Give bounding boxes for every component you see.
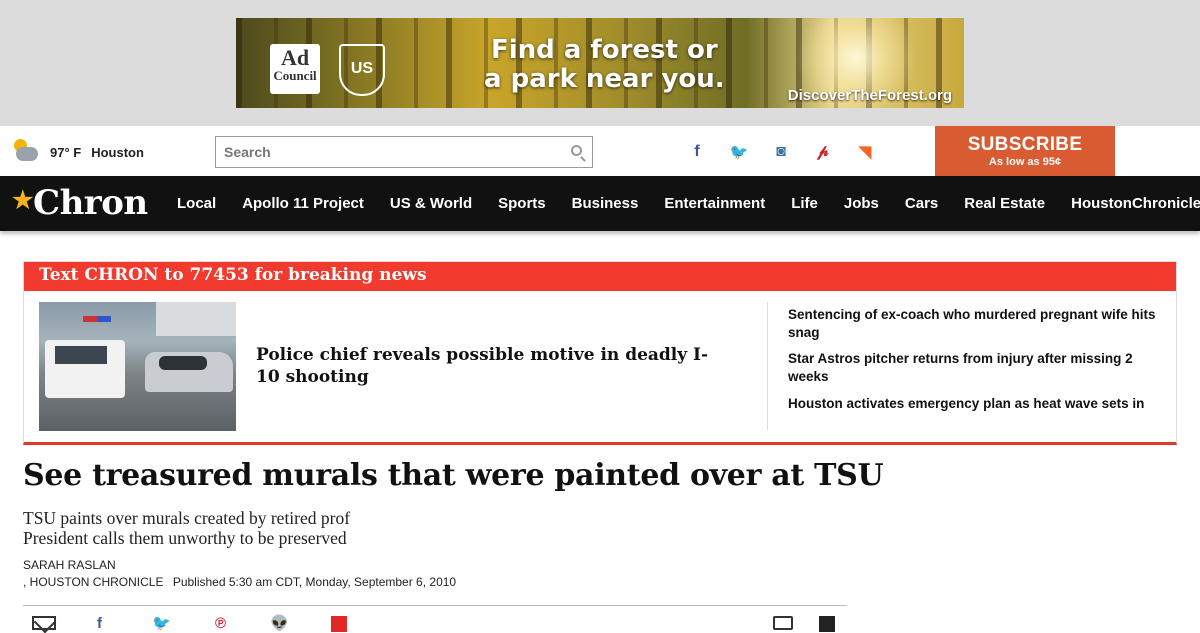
facebook-icon[interactable]: f: [676, 141, 718, 163]
breaking-news-header[interactable]: Text CHRON to 77453 for breaking news: [24, 262, 1176, 291]
breaking-news-box: Text CHRON to 77453 for breaking news Po…: [23, 261, 1177, 445]
email-icon[interactable]: [32, 616, 56, 630]
chron-logo[interactable]: ★Chron: [12, 183, 148, 223]
nav-item-business[interactable]: Business: [559, 195, 652, 212]
ad-banner[interactable]: Ad Council US Find a forest or a park ne…: [236, 18, 964, 108]
instagram-icon[interactable]: ◙: [760, 141, 802, 163]
nav-item-cars[interactable]: Cars: [892, 195, 951, 212]
pinterest-icon[interactable]: 𝓅: [802, 141, 844, 163]
divider: [767, 302, 768, 430]
weather-temp: 97° F: [50, 144, 82, 160]
nav-item-us-world[interactable]: US & World: [377, 195, 485, 212]
outlet-name: , HOUSTON CHRONICLE: [23, 575, 164, 589]
nav-item-life[interactable]: Life: [778, 195, 831, 212]
logo-text: Chron: [33, 183, 148, 223]
nav-item-jobs[interactable]: Jobs: [831, 195, 892, 212]
lead-story-headline[interactable]: Police chief reveals possible motive in …: [256, 344, 716, 388]
author-name[interactable]: SARAH RASLAN: [23, 557, 456, 574]
side-story[interactable]: Sentencing of ex-coach who murdered preg…: [788, 306, 1158, 342]
side-story[interactable]: Houston activates emergency plan as heat…: [788, 395, 1158, 413]
nav-items: Local Apollo 11 Project US & World Sport…: [164, 176, 1200, 231]
side-story[interactable]: Star Astros pitcher returns from injury …: [788, 350, 1158, 386]
ad-zone: Ad Council US Find a forest or a park ne…: [0, 0, 1200, 126]
ad-council-logo-bottom: Council: [273, 68, 317, 83]
article-dek: TSU paints over murals created by retire…: [23, 508, 350, 548]
nav-item-entertainment[interactable]: Entertainment: [651, 195, 778, 212]
twitter-icon[interactable]: 🐦: [718, 141, 760, 163]
weather-city: Houston: [91, 144, 144, 160]
ad-url: DiscoverTheForest.org: [787, 87, 952, 104]
search-icon[interactable]: [571, 145, 582, 156]
utility-bar: 97° F Houston f 🐦 ◙ 𝓅 ◥ SUBSCRIBE As low…: [0, 126, 1200, 176]
search-input[interactable]: [216, 137, 592, 167]
ad-headline: Find a forest or a park near you.: [484, 36, 725, 94]
subscribe-button[interactable]: SUBSCRIBE As low as 95¢: [935, 126, 1115, 176]
print-icon[interactable]: [773, 616, 793, 630]
search-box: [215, 136, 593, 168]
ad-council-logo-top: Ad: [280, 45, 310, 70]
publish-date: Published 5:30 am CDT, Monday, September…: [172, 575, 457, 589]
nav-item-local[interactable]: Local: [164, 195, 229, 212]
subscribe-label: SUBSCRIBE: [967, 134, 1083, 155]
star-icon: ★: [12, 185, 34, 214]
rss-icon[interactable]: ◥: [844, 141, 886, 163]
social-links: f 🐦 ◙ 𝓅 ◥: [676, 141, 886, 163]
nav-item-apollo-11[interactable]: Apollo 11 Project: [229, 195, 377, 212]
nav-item-real-estate[interactable]: Real Estate: [951, 195, 1058, 212]
nav-item-sports[interactable]: Sports: [485, 195, 559, 212]
ad-headline-line2: a park near you.: [484, 64, 725, 94]
main-nav: ★Chron Local Apollo 11 Project US & Worl…: [0, 176, 1200, 231]
subscribe-price: As low as 95¢: [988, 156, 1062, 168]
side-story-list: Sentencing of ex-coach who murdered preg…: [788, 306, 1158, 421]
nav-item-houstonchronicle[interactable]: HoustonChronicle.com: [1058, 195, 1200, 212]
dek-line: TSU paints over murals created by retire…: [23, 508, 351, 528]
byline: SARAH RASLAN , HOUSTON CHRONICLE Publish…: [23, 557, 456, 591]
partly-cloudy-icon: [12, 139, 40, 165]
ad-council-logo: Ad Council: [270, 44, 320, 94]
article-headline: See treasured murals that were painted o…: [23, 458, 884, 493]
dek-line: President calls them unworthy to be pres…: [23, 528, 347, 548]
weather-widget[interactable]: 97° F Houston: [12, 139, 144, 165]
share-divider: [23, 605, 847, 606]
forest-service-logo: US: [339, 44, 385, 96]
lead-story-image[interactable]: [39, 302, 236, 431]
ad-headline-line1: Find a forest or: [490, 35, 718, 65]
